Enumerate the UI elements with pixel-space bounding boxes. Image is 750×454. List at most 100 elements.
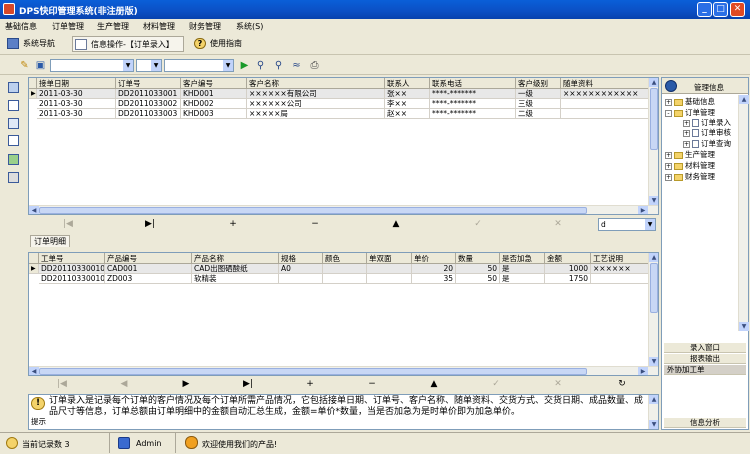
- table-cell[interactable]: [591, 274, 649, 284]
- scroll-down-icon[interactable]: ▼: [649, 420, 658, 429]
- col-header[interactable]: 工单号: [39, 253, 105, 264]
- table-cell[interactable]: ****-*******: [430, 89, 516, 99]
- horizontal-scrollbar[interactable]: ◀ ▶: [29, 366, 658, 375]
- tree-item-order-review[interactable]: + 订单审核: [683, 128, 731, 138]
- table-cell[interactable]: 2011-03-30: [37, 109, 116, 119]
- first-record-button[interactable]: |◀: [52, 379, 72, 390]
- scroll-down-icon[interactable]: ▼: [739, 322, 749, 331]
- table-cell[interactable]: ××××××公司: [247, 99, 385, 109]
- menu-basic-info[interactable]: 基础信息: [5, 21, 37, 32]
- scroll-left-icon[interactable]: ◀: [29, 206, 39, 214]
- operator-select[interactable]: ▼: [136, 59, 162, 72]
- print-icon[interactable]: ⎙: [308, 59, 321, 72]
- table-cell[interactable]: 李××: [385, 99, 430, 109]
- col-header[interactable]: 联系人: [385, 78, 430, 89]
- table-cell[interactable]: 50: [456, 274, 500, 284]
- run-icon[interactable]: ▶: [238, 59, 251, 72]
- tree-item-order-query[interactable]: + 订单查询: [683, 139, 731, 149]
- book-icon[interactable]: [8, 118, 19, 129]
- table-cell[interactable]: 一级: [516, 89, 561, 99]
- tree-item-material-management[interactable]: + 材料管理: [665, 161, 715, 171]
- minimize-button[interactable]: _: [697, 2, 712, 17]
- table-cell[interactable]: 软精装: [192, 274, 279, 284]
- col-header[interactable]: 单双面: [367, 253, 412, 264]
- table-cell[interactable]: ****-*******: [430, 109, 516, 119]
- scroll-up-icon[interactable]: ▲: [649, 395, 658, 404]
- col-header[interactable]: 客户名称: [247, 78, 385, 89]
- last-record-button[interactable]: ▶|: [238, 379, 258, 390]
- table-cell[interactable]: A0: [279, 264, 323, 274]
- scroll-right-icon[interactable]: ▶: [638, 206, 648, 214]
- table-cell[interactable]: 是: [500, 274, 545, 284]
- table-cell[interactable]: [279, 274, 323, 284]
- col-header[interactable]: 客户级别: [516, 78, 561, 89]
- filter-icon[interactable]: ≈: [290, 59, 303, 72]
- value-select[interactable]: ▼: [164, 59, 234, 72]
- col-header[interactable]: 单价: [412, 253, 456, 264]
- find-icon[interactable]: ⚲: [254, 59, 267, 72]
- menu-production-management[interactable]: 生产管理: [97, 21, 129, 32]
- table-cell[interactable]: 2011-03-30: [37, 89, 116, 99]
- table-cell[interactable]: 二级: [516, 109, 561, 119]
- scroll-down-icon[interactable]: ▼: [649, 196, 658, 205]
- report-output-button[interactable]: 报表输出: [664, 354, 746, 364]
- delete-record-button[interactable]: −: [362, 379, 382, 390]
- refresh-button[interactable]: ↻: [612, 379, 632, 390]
- col-header[interactable]: 金额: [545, 253, 591, 264]
- table-cell[interactable]: ****-*******: [430, 99, 516, 109]
- col-header[interactable]: 数量: [456, 253, 500, 264]
- table-cell[interactable]: 20: [412, 264, 456, 274]
- tree-item-basic-info[interactable]: + 基础信息: [665, 97, 715, 107]
- prior-record-button[interactable]: ◀: [114, 379, 134, 390]
- tree-item-finance-management[interactable]: + 财务管理: [665, 172, 715, 182]
- next-record-button[interactable]: ▶: [176, 379, 196, 390]
- menu-material-management[interactable]: 材料管理: [143, 21, 175, 32]
- table-cell[interactable]: 三级: [516, 99, 561, 109]
- table-cell[interactable]: CAD出图硒酸纸: [192, 264, 279, 274]
- cancel-record-button[interactable]: ✕: [548, 219, 568, 230]
- table-cell[interactable]: ××××××有限公司: [247, 89, 385, 99]
- info-analysis-button[interactable]: 信息分析: [664, 418, 746, 428]
- table-cell[interactable]: 1750: [545, 274, 591, 284]
- add-record-button[interactable]: +: [223, 219, 243, 230]
- table-cell[interactable]: 35: [412, 274, 456, 284]
- table-cell[interactable]: [367, 274, 412, 284]
- table-cell[interactable]: ××××××××××××: [561, 89, 649, 99]
- table-cell[interactable]: [561, 99, 649, 109]
- table-cell[interactable]: KHD002: [181, 99, 247, 109]
- scroll-thumb[interactable]: [39, 368, 587, 375]
- col-header[interactable]: 接单日期: [37, 78, 116, 89]
- col-header[interactable]: 随单资料: [561, 78, 649, 89]
- table-cell[interactable]: [367, 264, 412, 274]
- table-cell[interactable]: DD2011033001: [116, 89, 181, 99]
- monitor-icon[interactable]: [8, 82, 19, 93]
- outsourcing-button[interactable]: 外协加工单: [664, 365, 746, 375]
- vertical-scrollbar[interactable]: ▲ ▼: [738, 95, 749, 331]
- table-cell[interactable]: 是: [500, 264, 545, 274]
- col-header[interactable]: 是否加急: [500, 253, 545, 264]
- scroll-thumb[interactable]: [650, 263, 658, 313]
- pencil-icon[interactable]: ✎: [18, 59, 31, 72]
- post-record-button[interactable]: ✓: [468, 219, 488, 230]
- search-combo[interactable]: d ▼: [598, 218, 656, 231]
- col-header[interactable]: 订单号: [116, 78, 181, 89]
- table-cell[interactable]: 1000: [545, 264, 591, 274]
- trash-icon[interactable]: [8, 172, 19, 183]
- col-header[interactable]: 颜色: [323, 253, 367, 264]
- table-cell[interactable]: [323, 264, 367, 274]
- tools-icon[interactable]: [8, 100, 19, 111]
- find-next-icon[interactable]: ⚲: [272, 59, 285, 72]
- table-cell[interactable]: 2011-03-30: [37, 99, 116, 109]
- table-cell[interactable]: 50: [456, 264, 500, 274]
- close-button[interactable]: ✕: [730, 2, 745, 17]
- menu-system[interactable]: 系统(S): [236, 21, 263, 32]
- edit-record-icon[interactable]: ▣: [34, 59, 47, 72]
- vertical-scrollbar[interactable]: ▲ ▼: [648, 395, 658, 429]
- menu-finance-management[interactable]: 财务管理: [189, 21, 221, 32]
- scroll-right-icon[interactable]: ▶: [638, 367, 648, 375]
- field-select[interactable]: ▼: [50, 59, 134, 72]
- entry-window-button[interactable]: 录入窗口: [664, 343, 746, 353]
- tree-item-order-entry[interactable]: + 订单录入: [683, 118, 731, 128]
- cancel-record-button[interactable]: ✕: [548, 379, 568, 390]
- tab-order-detail[interactable]: 订单明细: [30, 235, 70, 247]
